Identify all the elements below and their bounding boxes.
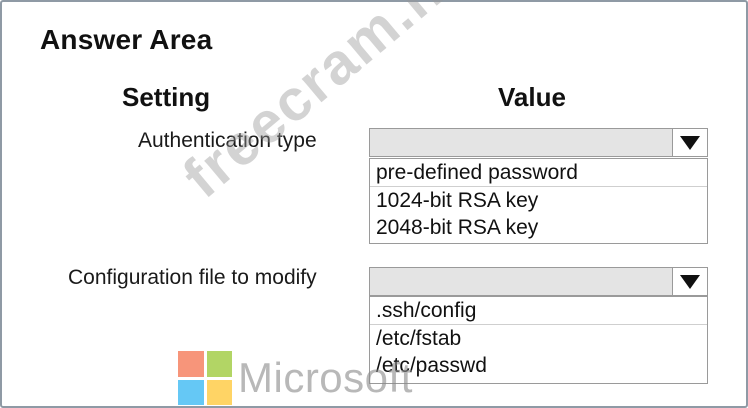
- page-title: Answer Area: [40, 24, 213, 55]
- option-etc-passwd[interactable]: /etc/passwd: [370, 352, 707, 379]
- logo-square: [206, 351, 232, 377]
- option-etc-fstab[interactable]: /etc/fstab: [370, 325, 707, 352]
- logo-square: [178, 351, 204, 377]
- microsoft-logo: Microsoft: [178, 351, 413, 405]
- setting-label-authentication-type: Authentication type: [138, 129, 317, 152]
- option-1024-bit-rsa-key[interactable]: 1024-bit RSA key: [370, 187, 707, 214]
- column-header-setting: Setting: [122, 82, 211, 112]
- answer-area-panel: Answer Area Setting Value Authentication…: [0, 0, 748, 408]
- option-2048-bit-rsa-key[interactable]: 2048-bit RSA key: [370, 214, 707, 241]
- microsoft-logo-text: Microsoft: [238, 354, 413, 401]
- logo-square: [206, 379, 232, 405]
- triangle-down-icon[interactable]: [672, 129, 707, 156]
- authentication-type-dropdown[interactable]: [369, 128, 708, 157]
- column-header-value: Value: [498, 82, 566, 112]
- triangle-down-icon[interactable]: [672, 268, 707, 295]
- setting-label-configuration-file: Configuration file to modify: [68, 266, 317, 289]
- microsoft-logo-icon: [178, 351, 232, 405]
- configuration-file-dropdown[interactable]: [369, 267, 708, 296]
- authentication-type-options-list: pre-defined password 1024-bit RSA key 20…: [369, 158, 708, 244]
- logo-square: [178, 379, 204, 405]
- option-ssh-config[interactable]: .ssh/config: [370, 297, 707, 325]
- option-pre-defined-password[interactable]: pre-defined password: [370, 159, 707, 187]
- configuration-file-options-list: .ssh/config /etc/fstab /etc/passwd: [369, 296, 708, 384]
